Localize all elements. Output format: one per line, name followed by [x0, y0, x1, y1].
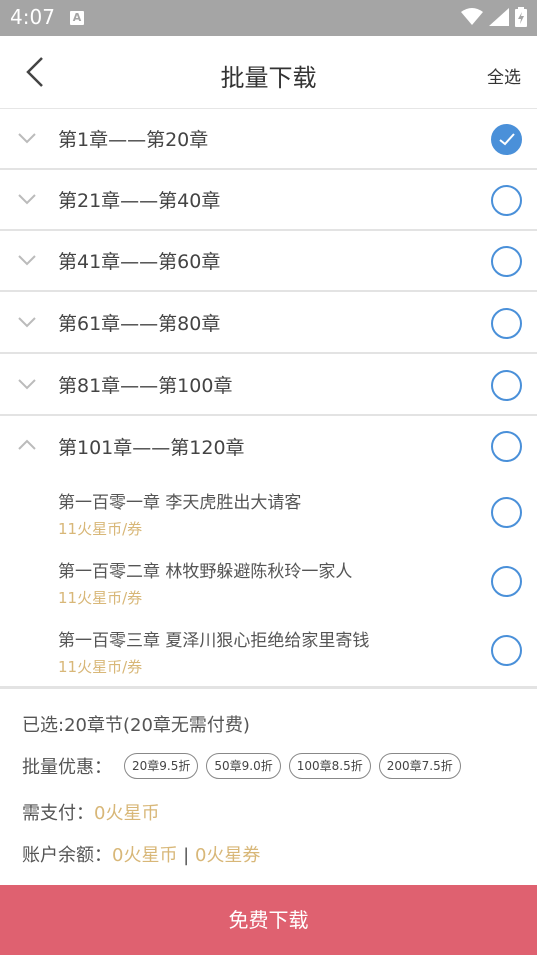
chapter-checkbox[interactable]	[491, 635, 522, 666]
range-label: 第1章——第20章	[58, 129, 209, 151]
divider	[0, 686, 537, 689]
range-row[interactable]: 第81章——第100章	[0, 355, 537, 416]
chapter-price: 11火星币/券	[58, 589, 143, 607]
range-label: 第41章——第60章	[58, 251, 221, 273]
chevron-down-icon	[18, 317, 36, 328]
range-row[interactable]: 第61章——第80章	[0, 293, 537, 354]
balance-label: 账户余额：	[22, 845, 112, 866]
chapter-price: 11火星币/券	[58, 520, 143, 538]
wifi-icon	[461, 8, 483, 25]
chevron-up-icon	[18, 439, 36, 450]
notification-icon: A	[70, 11, 84, 25]
range-label: 第81章——第100章	[58, 375, 233, 397]
range-checkbox[interactable]	[491, 124, 522, 155]
status-time: 4:07	[10, 5, 55, 29]
chapter-checkbox[interactable]	[491, 566, 522, 597]
check-icon	[499, 133, 515, 146]
chapter-checkbox[interactable]	[491, 497, 522, 528]
select-all-button[interactable]: 全选	[487, 63, 521, 88]
free-download-button[interactable]: 免费下载	[0, 885, 537, 955]
chapter-title: 第一百零三章 夏泽川狠心拒绝给家里寄钱	[58, 631, 370, 651]
chevron-down-icon	[18, 133, 36, 144]
balance-separator: |	[177, 845, 195, 866]
pay-row: 需支付：0火星币	[22, 799, 159, 825]
range-checkbox[interactable]	[491, 246, 522, 277]
top-bar: 批量下载 全选	[0, 36, 537, 109]
chevron-down-icon	[18, 379, 36, 390]
selected-summary: 已选:20章节(20章无需付费)	[22, 715, 250, 736]
discount-chip[interactable]: 100章8.5折	[288, 753, 371, 779]
battery-icon	[515, 7, 527, 27]
page-title: 批量下载	[220, 64, 317, 92]
range-row[interactable]: 第21章——第40章	[0, 170, 537, 231]
discount-label: 批量优惠：	[22, 757, 112, 778]
chapter-item[interactable]: 第一百零二章 林牧野躲避陈秋玲一家人 11火星币/券	[0, 557, 537, 626]
chevron-down-icon	[18, 194, 36, 205]
range-checkbox[interactable]	[491, 370, 522, 401]
range-label: 第61章——第80章	[58, 313, 221, 335]
range-checkbox[interactable]	[491, 185, 522, 216]
chapter-price: 11火星币/券	[58, 658, 143, 676]
pay-label: 需支付：	[22, 803, 94, 824]
range-label: 第21章——第40章	[58, 190, 221, 212]
chapter-item[interactable]: 第一百零三章 夏泽川狠心拒绝给家里寄钱 11火星币/券	[0, 626, 537, 695]
balance-row: 账户余额：0火星币 | 0火星券	[22, 841, 260, 867]
discount-chip[interactable]: 50章9.0折	[206, 753, 281, 779]
signal-icon	[489, 8, 509, 26]
balance-coins: 0火星币	[112, 845, 178, 866]
balance-vouchers: 0火星券	[194, 845, 261, 866]
status-icons	[461, 7, 527, 27]
chevron-down-icon	[18, 255, 36, 266]
range-row[interactable]: 第41章——第60章	[0, 231, 537, 292]
range-row-expanded[interactable]: 第101章——第120章	[0, 416, 537, 477]
status-bar: 4:07 A	[0, 0, 537, 36]
chapter-title: 第一百零二章 林牧野躲避陈秋玲一家人	[58, 562, 353, 582]
discount-chips: 20章9.5折 50章9.0折 100章8.5折 200章7.5折	[124, 753, 461, 779]
discount-chip[interactable]: 20章9.5折	[124, 753, 199, 779]
range-row[interactable]: 第1章——第20章	[0, 109, 537, 170]
range-checkbox[interactable]	[491, 308, 522, 339]
pay-value: 0火星币	[94, 803, 160, 824]
discount-chip[interactable]: 200章7.5折	[378, 753, 461, 779]
range-label: 第101章——第120章	[58, 437, 245, 459]
chapter-item[interactable]: 第一百零一章 李天虎胜出大请客 11火星币/券	[0, 488, 537, 557]
range-checkbox[interactable]	[491, 431, 522, 462]
chapter-title: 第一百零一章 李天虎胜出大请客	[58, 493, 302, 513]
